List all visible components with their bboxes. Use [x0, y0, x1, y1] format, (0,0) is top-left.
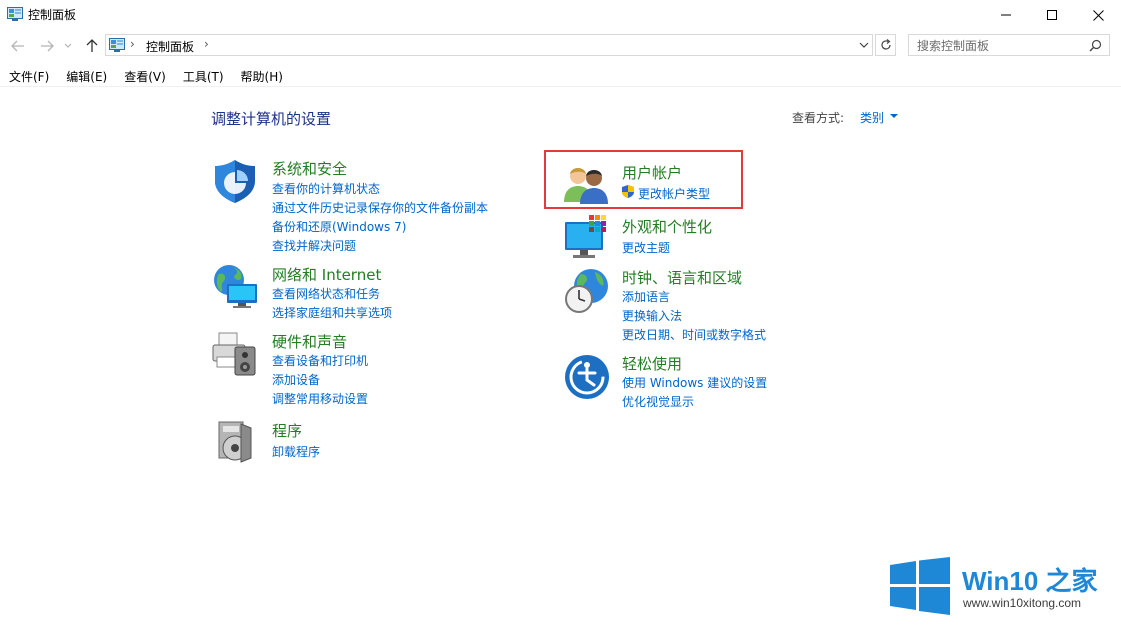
title-bar: 控制面板 [0, 0, 1121, 30]
link-change-date-time-format[interactable]: 更改日期、时间或数字格式 [622, 326, 766, 343]
link-view-computer-status[interactable]: 查看你的计算机状态 [272, 180, 380, 197]
watermark-url: www.win10xitong.com [963, 596, 1082, 610]
refresh-icon [880, 39, 891, 50]
category-hardware-sound: 硬件和声音 查看设备和打印机 添加设备 调整常用移动设置 [211, 329, 511, 409]
link-recommended-settings[interactable]: 使用 Windows 建议的设置 [622, 374, 767, 391]
breadcrumb-separator[interactable]: › [130, 37, 135, 51]
link-file-history-backup[interactable]: 通过文件历史记录保存你的文件备份副本 [272, 199, 488, 216]
close-button[interactable] [1075, 0, 1121, 30]
category-ease-of-access: 轻松使用 使用 Windows 建议的设置 优化视觉显示 [563, 352, 783, 412]
search-box[interactable] [908, 34, 1110, 56]
menu-file[interactable]: 文件(F) [0, 66, 57, 86]
windows-logo-icon [890, 557, 950, 615]
control-panel-icon [109, 38, 125, 52]
category-title-clock-region[interactable]: 时钟、语言和区域 [622, 267, 742, 288]
control-panel-icon [7, 7, 23, 21]
shield-icon[interactable] [211, 157, 259, 205]
back-button[interactable] [8, 36, 28, 56]
link-add-language[interactable]: 添加语言 [622, 288, 670, 305]
maximize-icon [1047, 10, 1057, 20]
minimize-icon [1001, 14, 1011, 16]
watermark-brand: Win10 之家 [962, 566, 1098, 596]
back-arrow-icon [11, 40, 24, 52]
search-icon[interactable] [1089, 39, 1102, 52]
category-title-ease-of-access[interactable]: 轻松使用 [622, 353, 682, 374]
category-network: 网络和 Internet 查看网络状态和任务 选择家庭组和共享选项 [211, 262, 511, 322]
search-input[interactable] [917, 38, 1082, 53]
menu-bar: 文件(F) 编辑(E) 查看(V) 工具(T) 帮助(H) [0, 66, 291, 86]
link-homegroup-sharing[interactable]: 选择家庭组和共享选项 [272, 304, 392, 321]
link-change-theme[interactable]: 更改主题 [622, 239, 670, 256]
link-change-input-method[interactable]: 更换输入法 [622, 307, 682, 324]
dropdown-caret-icon[interactable] [890, 114, 898, 118]
highlight-box [544, 150, 743, 209]
category-title-hardware-sound[interactable]: 硬件和声音 [272, 331, 347, 352]
printer-speaker-icon[interactable] [211, 329, 259, 377]
forward-arrow-icon [41, 40, 54, 52]
clock-globe-icon[interactable] [563, 266, 611, 314]
minimize-button[interactable] [983, 0, 1029, 30]
category-system-security: 系统和安全 查看你的计算机状态 通过文件历史记录保存你的文件备份副本 备份和还原… [211, 157, 511, 254]
menu-view[interactable]: 查看(V) [115, 66, 174, 86]
category-appearance: 外观和个性化 更改主题 [563, 214, 763, 262]
programs-disc-icon[interactable] [211, 418, 259, 466]
link-add-device[interactable]: 添加设备 [272, 371, 320, 388]
view-by-dropdown[interactable]: 类别 [860, 109, 884, 126]
network-globe-icon[interactable] [211, 262, 259, 310]
address-bar[interactable]: › 控制面板 › [105, 34, 873, 56]
close-icon [1092, 9, 1104, 21]
menu-tools[interactable]: 工具(T) [174, 66, 232, 86]
category-programs: 程序 卸载程序 [211, 418, 511, 466]
link-network-status[interactable]: 查看网络状态和任务 [272, 285, 380, 302]
address-history-button[interactable] [856, 37, 872, 53]
up-button[interactable] [82, 36, 102, 56]
forward-button[interactable] [37, 36, 57, 56]
category-title-system-security[interactable]: 系统和安全 [272, 158, 347, 179]
view-by-label: 查看方式: [792, 111, 845, 125]
link-troubleshoot[interactable]: 查找并解决问题 [272, 237, 356, 254]
chevron-down-icon [64, 43, 72, 48]
category-title-network[interactable]: 网络和 Internet [272, 264, 381, 285]
category-clock-region: 时钟、语言和区域 添加语言 更换输入法 更改日期、时间或数字格式 [563, 266, 783, 346]
monitor-palette-icon[interactable] [563, 214, 611, 262]
category-title-programs[interactable]: 程序 [272, 420, 302, 441]
up-arrow-icon [86, 39, 98, 52]
menu-help[interactable]: 帮助(H) [232, 66, 291, 86]
menu-divider [0, 86, 1121, 87]
window-title: 控制面板 [28, 8, 77, 22]
link-uninstall-program[interactable]: 卸载程序 [272, 443, 320, 460]
breadcrumb-separator[interactable]: › [204, 37, 209, 51]
maximize-button[interactable] [1029, 0, 1075, 30]
refresh-button[interactable] [875, 34, 896, 56]
ease-of-access-icon[interactable] [563, 352, 611, 400]
category-title-appearance[interactable]: 外观和个性化 [622, 216, 712, 237]
chevron-down-icon [859, 42, 869, 48]
page-title: 调整计算机的设置 [211, 110, 332, 128]
link-mobility-settings[interactable]: 调整常用移动设置 [272, 390, 368, 407]
breadcrumb-control-panel[interactable]: 控制面板 [146, 38, 194, 55]
link-optimize-visual-display[interactable]: 优化视觉显示 [622, 393, 694, 410]
recent-locations-button[interactable] [62, 36, 74, 56]
link-backup-restore[interactable]: 备份和还原(Windows 7) [272, 218, 406, 235]
menu-edit[interactable]: 编辑(E) [57, 66, 115, 86]
link-devices-printers[interactable]: 查看设备和打印机 [272, 352, 368, 369]
